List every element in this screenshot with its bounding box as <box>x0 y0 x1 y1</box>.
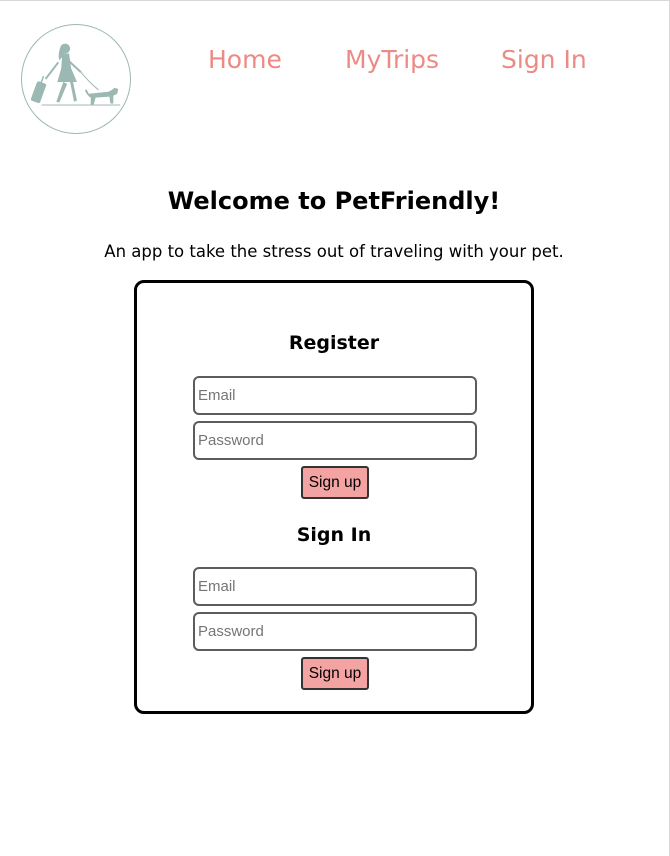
main-nav: Home MyTrips Sign In <box>0 45 668 81</box>
nav-mytrips[interactable]: MyTrips <box>345 45 439 74</box>
signin-email-input[interactable] <box>193 567 477 606</box>
signin-signup-button[interactable]: Sign up <box>301 657 369 690</box>
page-title: Welcome to PetFriendly! <box>167 187 501 215</box>
nav-signin[interactable]: Sign In <box>501 45 587 74</box>
register-title: Register <box>288 332 380 354</box>
register-email-input[interactable] <box>193 376 477 415</box>
page: Home MyTrips Sign In Welcome to PetFrien… <box>0 0 670 856</box>
signin-title: Sign In <box>296 524 372 546</box>
signin-password-input[interactable] <box>193 612 477 651</box>
register-signup-button[interactable]: Sign up <box>301 466 369 499</box>
register-password-input[interactable] <box>193 421 477 460</box>
tagline: An app to take the stress out of traveli… <box>104 242 564 261</box>
nav-home[interactable]: Home <box>208 45 282 74</box>
auth-card: Register Sign up Sign In Sign up <box>134 280 534 714</box>
header: Home MyTrips Sign In <box>0 1 668 141</box>
